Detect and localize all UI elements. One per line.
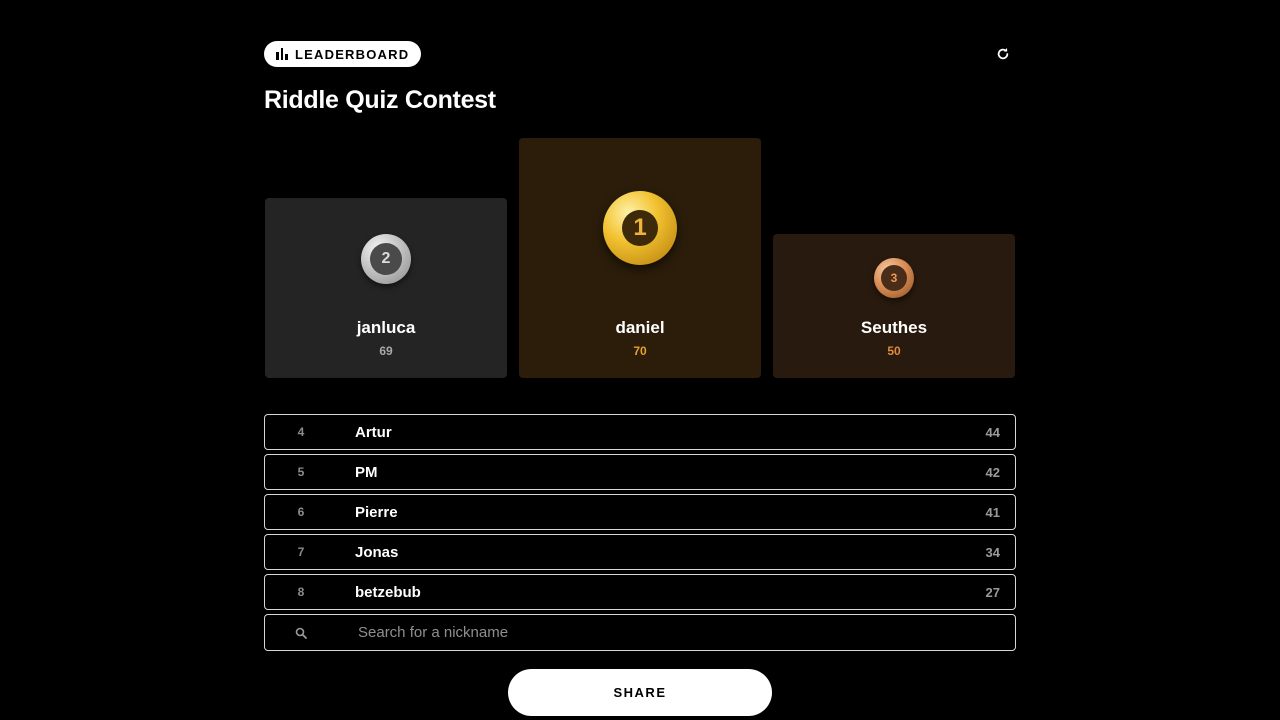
medal-rank: 2 [370,243,402,275]
podium-first-place: 1 daniel 70 [519,138,761,378]
list-item: 7 Jonas 34 [264,534,1016,570]
refresh-icon [997,48,1009,60]
gold-medal-icon: 1 [603,191,677,265]
player-name: Pierre [355,503,398,521]
podium-name: janluca [356,318,416,337]
podium-name: daniel [615,318,665,337]
search-input[interactable] [356,623,1015,642]
player-score: 41 [985,504,1000,520]
leaderboard-badge-label: LEADERBOARD [295,46,410,62]
search-icon [295,627,307,639]
podium-score: 70 [633,344,647,358]
medal-rank: 3 [881,265,907,291]
search-bar [264,614,1016,651]
header: LEADERBOARD [264,41,1016,68]
player-name: Artur [355,423,392,441]
podium-score: 50 [887,344,901,358]
share-button[interactable]: SHARE [508,669,772,716]
rankings-list: 4 Artur 44 5 PM 42 6 Pierre 41 7 Jonas 3… [264,414,1016,614]
podium-score: 69 [379,344,393,358]
refresh-button[interactable] [994,45,1012,63]
bronze-medal-icon: 3 [874,258,914,298]
podium-second-place: 2 janluca 69 [265,198,507,378]
leaderboard-badge: LEADERBOARD [264,41,422,67]
bar-chart-icon [276,48,289,60]
medal-rank: 1 [622,210,658,246]
rank-number: 8 [297,585,305,599]
rank-number: 6 [297,505,305,519]
player-name: PM [355,463,378,481]
player-score: 44 [985,424,1000,440]
player-score: 42 [985,464,1000,480]
page-title: Riddle Quiz Contest [264,86,496,114]
podium-name: Seuthes [860,318,928,337]
list-item: 4 Artur 44 [264,414,1016,450]
rank-number: 7 [297,545,305,559]
silver-medal-icon: 2 [361,234,411,284]
list-item: 5 PM 42 [264,454,1016,490]
leaderboard-page: LEADERBOARD Riddle Quiz Contest 2 janluc… [0,0,1280,720]
list-item: 6 Pierre 41 [264,494,1016,530]
rank-number: 4 [297,425,305,439]
rank-number: 5 [297,465,305,479]
player-score: 27 [985,584,1000,600]
player-name: betzebub [355,583,421,601]
player-name: Jonas [355,543,399,561]
podium-third-place: 3 Seuthes 50 [773,234,1015,378]
player-score: 34 [985,544,1000,560]
list-item: 8 betzebub 27 [264,574,1016,610]
